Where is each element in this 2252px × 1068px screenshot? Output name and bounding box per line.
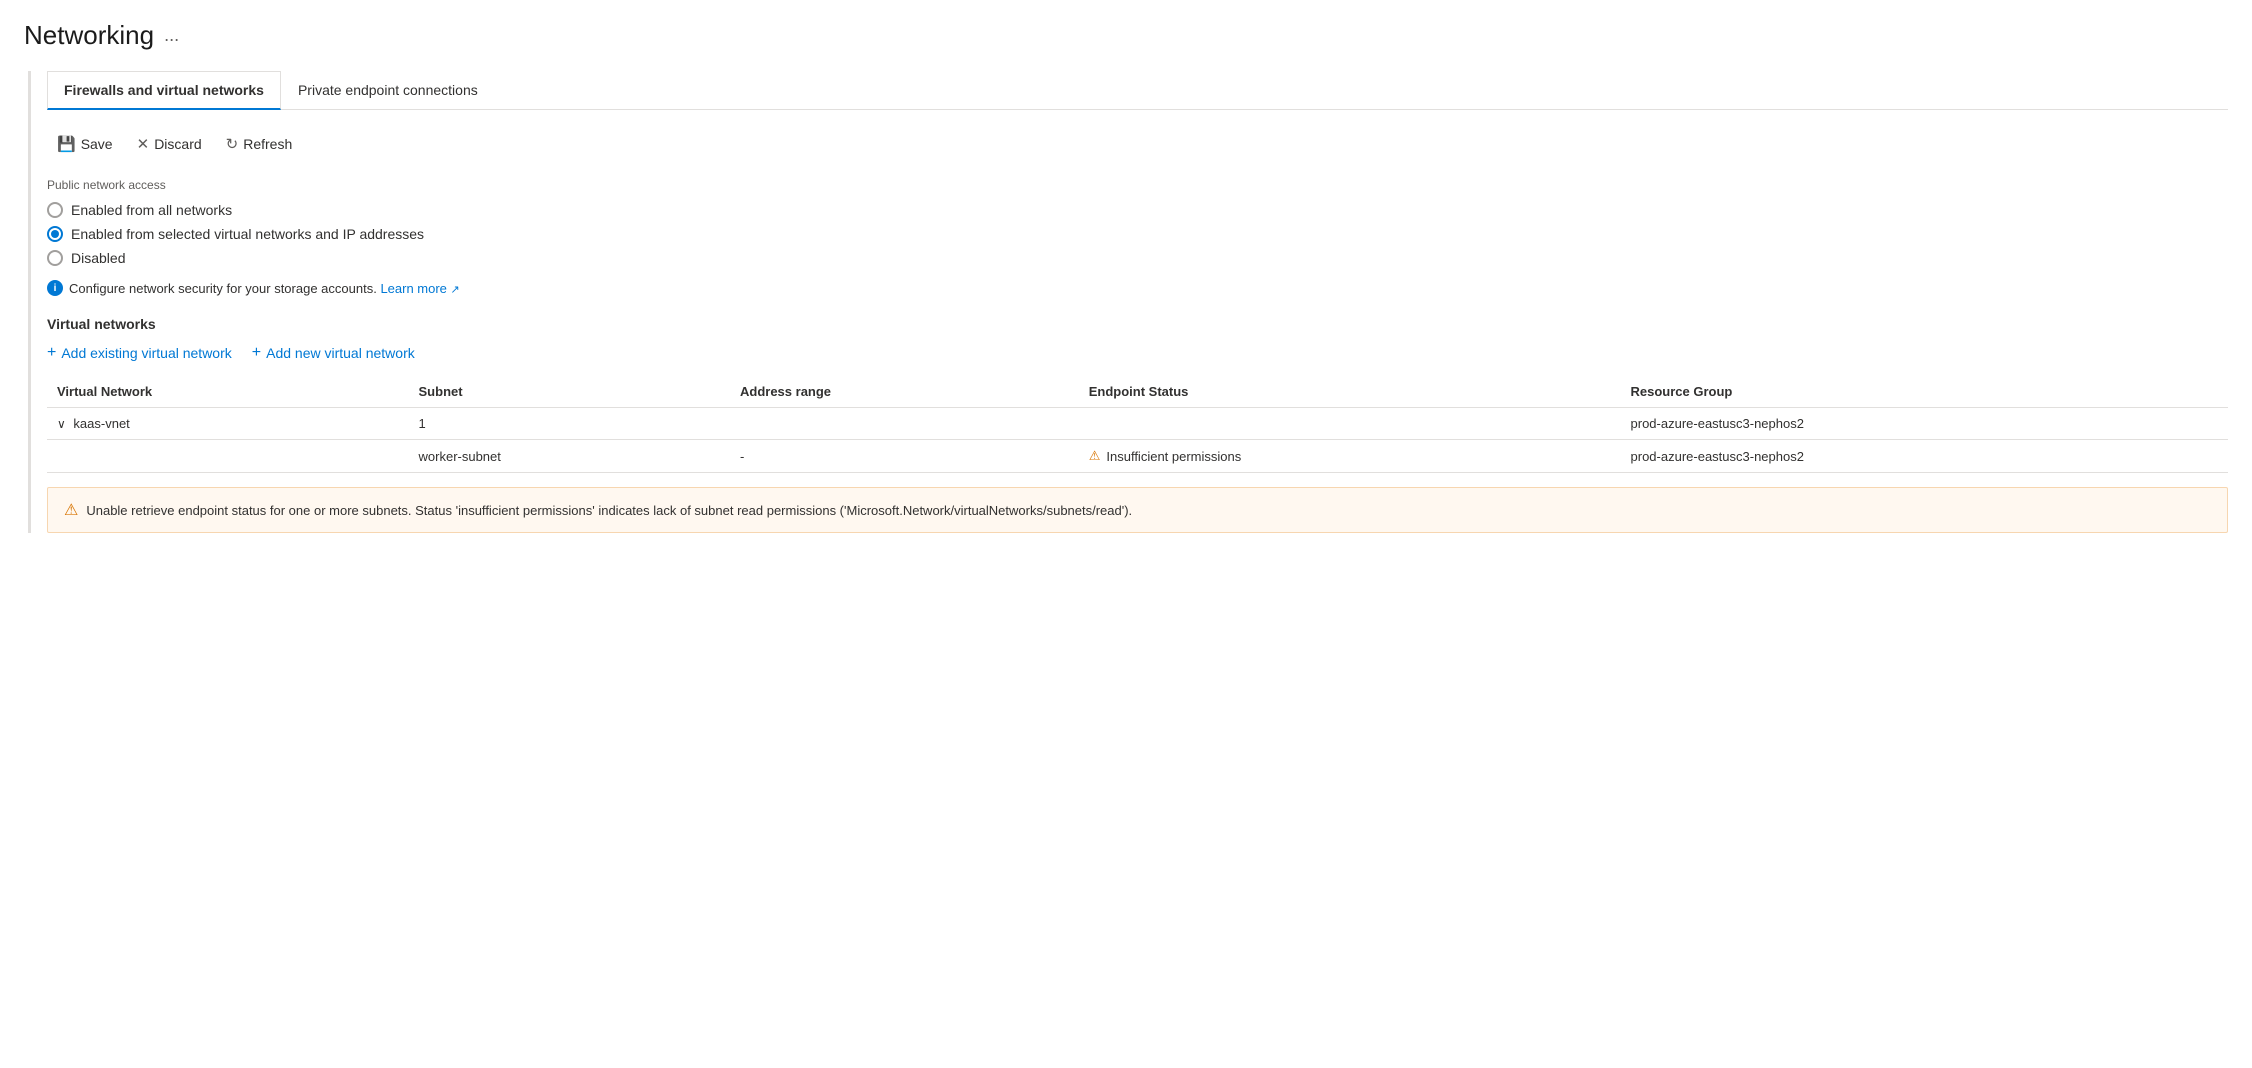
cell-address-2: - (730, 440, 1079, 473)
col-virtual-network: Virtual Network (47, 376, 409, 408)
radio-disabled[interactable]: Disabled (47, 250, 2228, 266)
plus-icon-existing: + (47, 344, 56, 362)
cell-subnet-1: 1 (409, 408, 730, 440)
warning-icon: ⚠ (64, 500, 78, 520)
cell-status-2: ⚠ Insufficient permissions (1079, 440, 1621, 473)
col-address-range: Address range (730, 376, 1079, 408)
cell-vnet-name: ∨ kaas-vnet (47, 408, 409, 440)
cell-vnet-empty (47, 440, 409, 473)
tab-bar: Firewalls and virtual networks Private e… (47, 71, 2228, 110)
add-existing-vnet-button[interactable]: + Add existing virtual network (47, 344, 232, 362)
add-new-vnet-button[interactable]: + Add new virtual network (252, 344, 415, 362)
discard-icon: ✕ (137, 135, 150, 153)
refresh-icon: ↻ (226, 135, 239, 153)
ellipsis-menu[interactable]: ... (164, 25, 179, 46)
plus-icon-new: + (252, 344, 261, 362)
insufficient-permissions-cell: ⚠ Insufficient permissions (1089, 448, 1611, 464)
virtual-networks-section: Virtual networks + Add existing virtual … (47, 316, 2228, 533)
radio-label-all: Enabled from all networks (71, 202, 232, 218)
table-row: ∨ kaas-vnet 1 prod-azure-eastusc3-nephos… (47, 408, 2228, 440)
public-network-section: Public network access Enabled from all n… (47, 178, 2228, 296)
cell-status-1 (1079, 408, 1621, 440)
cell-subnet-2: worker-subnet (409, 440, 730, 473)
toolbar: 💾 Save ✕ Discard ↻ Refresh (47, 130, 2228, 158)
warning-triangle-icon: ⚠ (1089, 448, 1101, 464)
radio-group-access: Enabled from all networks Enabled from s… (47, 202, 2228, 266)
main-panel: Firewalls and virtual networks Private e… (28, 71, 2228, 533)
add-buttons-row: + Add existing virtual network + Add new… (47, 344, 2228, 362)
expand-icon[interactable]: ∨ (57, 417, 66, 431)
tab-firewalls[interactable]: Firewalls and virtual networks (47, 71, 281, 110)
page-title: Networking (24, 20, 154, 51)
col-subnet: Subnet (409, 376, 730, 408)
warning-banner: ⚠ Unable retrieve endpoint status for on… (47, 487, 2228, 533)
cell-rg-1: prod-azure-eastusc3-nephos2 (1621, 408, 2228, 440)
radio-circle-selected (47, 226, 63, 242)
radio-all-networks[interactable]: Enabled from all networks (47, 202, 2228, 218)
refresh-button[interactable]: ↻ Refresh (216, 130, 303, 158)
save-button[interactable]: 💾 Save (47, 130, 123, 158)
radio-circle-all (47, 202, 63, 218)
page-title-row: Networking ... (24, 20, 2228, 51)
warning-text: Unable retrieve endpoint status for one … (86, 503, 1132, 518)
tab-private-endpoints[interactable]: Private endpoint connections (281, 71, 495, 110)
save-icon: 💾 (57, 135, 76, 153)
radio-label-selected: Enabled from selected virtual networks a… (71, 226, 424, 242)
external-link-icon: ↗ (451, 284, 460, 296)
info-text: Configure network security for your stor… (69, 281, 460, 296)
col-resource-group: Resource Group (1621, 376, 2228, 408)
radio-selected-networks[interactable]: Enabled from selected virtual networks a… (47, 226, 2228, 242)
radio-label-disabled: Disabled (71, 250, 125, 266)
public-network-label: Public network access (47, 178, 2228, 192)
cell-rg-2: prod-azure-eastusc3-nephos2 (1621, 440, 2228, 473)
table-row: worker-subnet - ⚠ Insufficient permissio… (47, 440, 2228, 473)
col-endpoint-status: Endpoint Status (1079, 376, 1621, 408)
cell-address-1 (730, 408, 1079, 440)
discard-button[interactable]: ✕ Discard (127, 130, 212, 158)
vnet-table: Virtual Network Subnet Address range End… (47, 376, 2228, 473)
info-row: i Configure network security for your st… (47, 280, 2228, 296)
table-header-row: Virtual Network Subnet Address range End… (47, 376, 2228, 408)
info-icon: i (47, 280, 63, 296)
learn-more-link[interactable]: Learn more ↗ (380, 281, 459, 296)
radio-circle-disabled (47, 250, 63, 266)
virtual-networks-title: Virtual networks (47, 316, 2228, 332)
